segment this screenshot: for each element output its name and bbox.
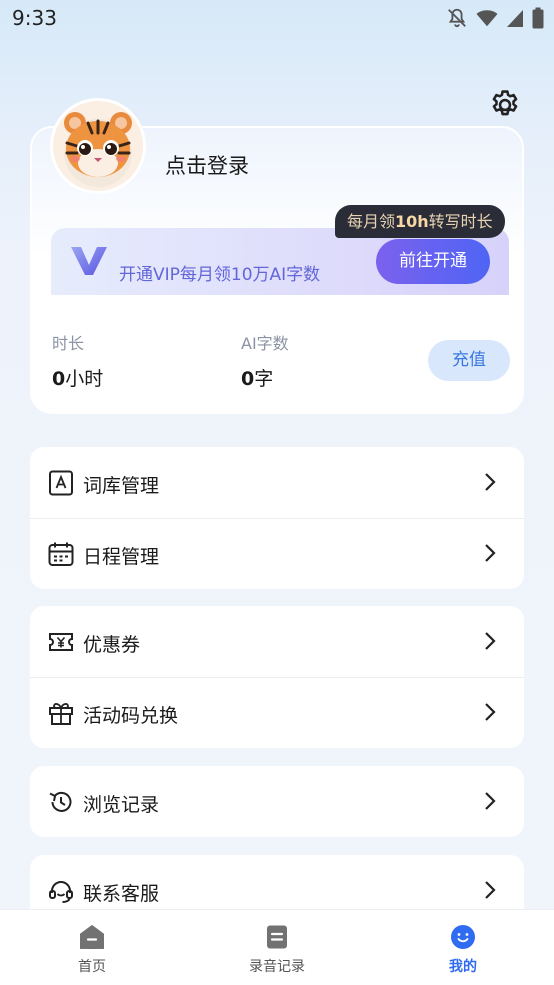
menu-label: 词库管理 bbox=[83, 475, 160, 497]
profile-icon bbox=[451, 925, 475, 949]
vip-banner[interactable]: 开通VIP每月领10万AI字数 前往开通 bbox=[51, 228, 509, 295]
menu-item-redeem-code[interactable]: 活动码兑换 bbox=[30, 677, 524, 748]
record-list-icon bbox=[267, 925, 287, 949]
duration-label: 时长 bbox=[52, 334, 85, 353]
duration-unit: 小时 bbox=[65, 368, 104, 390]
notifications-off-icon bbox=[448, 8, 466, 28]
menu-item-schedule[interactable]: 日程管理 bbox=[30, 518, 524, 589]
ai-chars-unit: 字 bbox=[254, 368, 274, 390]
menu-item-browsing-history[interactable]: 浏览记录 bbox=[30, 766, 524, 837]
tab-label: 首页 bbox=[78, 959, 106, 975]
menu-group-rewards: 优惠券 活动码兑换 bbox=[30, 606, 524, 748]
bottom-tab-bar: 首页 录音记录 我的 bbox=[0, 909, 554, 985]
tab-home[interactable]: 首页 bbox=[32, 910, 152, 985]
tab-mine[interactable]: 我的 bbox=[403, 910, 523, 985]
recharge-button[interactable]: 充值 bbox=[428, 340, 510, 381]
menu-label: 浏览记录 bbox=[83, 794, 160, 816]
duration-number: 0 bbox=[52, 368, 66, 390]
vip-tip-badge: 每月领10h转写时长 bbox=[335, 205, 505, 238]
menu-label: 优惠券 bbox=[83, 634, 141, 656]
coupon-icon bbox=[49, 633, 73, 651]
ai-chars-value: 0字 bbox=[241, 364, 273, 391]
menu-label: 联系客服 bbox=[83, 883, 160, 905]
vip-tip-highlight: 10h bbox=[395, 212, 429, 231]
settings-button[interactable] bbox=[488, 88, 522, 122]
cellular-signal-icon bbox=[507, 10, 523, 27]
chevron-right-icon bbox=[485, 473, 496, 491]
status-bar: 9:33 bbox=[0, 0, 554, 38]
vip-tip-suffix: 转写时长 bbox=[428, 212, 493, 231]
vip-banner-text: 开通VIP每月领10万AI字数 bbox=[119, 265, 321, 285]
headset-icon bbox=[49, 881, 73, 903]
duration-value: 0小时 bbox=[52, 364, 103, 391]
status-icons bbox=[446, 7, 544, 29]
menu-item-dictionary[interactable]: 词库管理 bbox=[30, 447, 524, 518]
menu-label: 活动码兑换 bbox=[83, 705, 179, 727]
tiger-avatar-icon bbox=[64, 112, 132, 187]
chevron-right-icon bbox=[485, 544, 496, 562]
menu-group-tools: 词库管理 日程管理 bbox=[30, 447, 524, 589]
menu-group-history: 浏览记录 bbox=[30, 766, 524, 837]
wifi-icon bbox=[476, 10, 498, 27]
battery-icon bbox=[532, 7, 544, 29]
vip-tip-prefix: 每月领 bbox=[347, 212, 396, 231]
chevron-right-icon bbox=[485, 632, 496, 650]
history-icon bbox=[49, 791, 72, 812]
gear-icon bbox=[492, 90, 518, 116]
home-icon bbox=[80, 925, 104, 949]
login-link[interactable]: 点击登录 bbox=[165, 150, 249, 180]
calendar-icon bbox=[48, 542, 74, 566]
vip-logo-icon bbox=[71, 247, 107, 275]
tab-label: 我的 bbox=[449, 959, 477, 975]
chevron-right-icon bbox=[485, 703, 496, 721]
gift-icon bbox=[49, 703, 73, 725]
avatar[interactable] bbox=[50, 98, 146, 194]
menu-label: 日程管理 bbox=[83, 546, 160, 568]
dictionary-icon bbox=[49, 470, 73, 496]
ai-chars-label: AI字数 bbox=[241, 334, 289, 353]
tab-label: 录音记录 bbox=[249, 959, 305, 975]
status-time: 9:33 bbox=[12, 6, 57, 30]
chevron-right-icon bbox=[485, 792, 496, 810]
menu-item-coupons[interactable]: 优惠券 bbox=[30, 606, 524, 677]
ai-chars-number: 0 bbox=[241, 368, 255, 390]
tab-recordings[interactable]: 录音记录 bbox=[217, 910, 337, 985]
vip-open-button[interactable]: 前往开通 bbox=[376, 239, 490, 284]
chevron-right-icon bbox=[485, 881, 496, 899]
